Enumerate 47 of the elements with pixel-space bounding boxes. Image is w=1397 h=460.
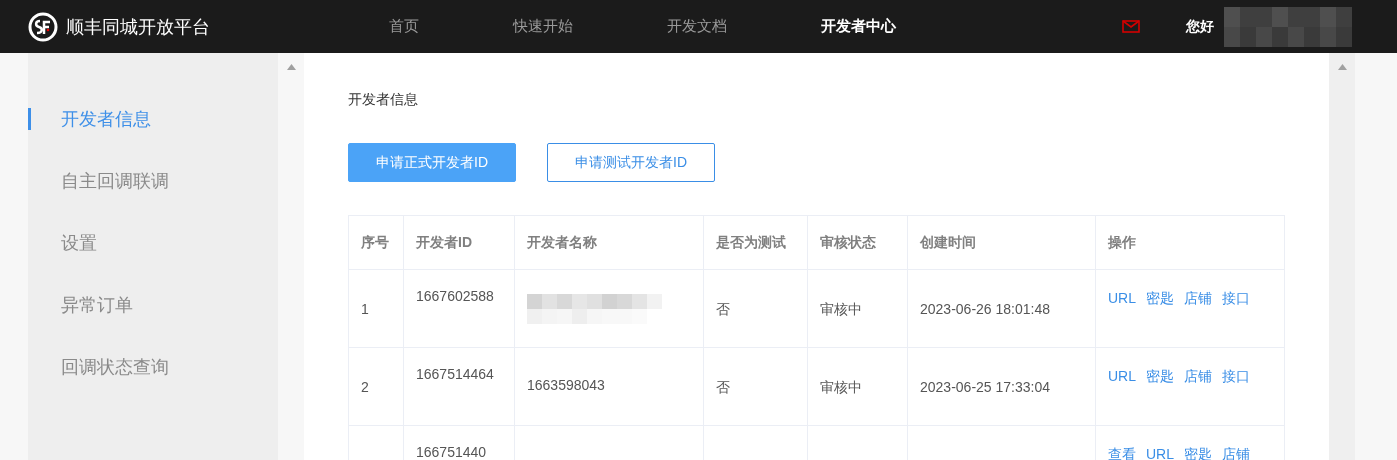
action-link[interactable]: 店铺 [1184, 366, 1212, 387]
action-link[interactable]: 接口 [1222, 366, 1250, 387]
scroll-up-arrow-icon[interactable] [286, 64, 296, 70]
column-header: 审核状态 [808, 216, 908, 269]
table-cell-text: 1663598043 [527, 376, 605, 395]
table-cell-text: 否 [716, 378, 730, 397]
table-cell-text: 166751440 [416, 443, 487, 460]
table-cell-text: 2023-06-25 17:33:04 [920, 378, 1050, 397]
section-title: 开发者信息 [348, 90, 419, 109]
action-link[interactable]: 查看 [1108, 444, 1136, 460]
apply-button[interactable]: 申请测试开发者ID [547, 143, 715, 182]
table-cell-text: 1667602588 [416, 287, 494, 306]
scroll-up-arrow-icon[interactable] [1337, 64, 1347, 70]
logo-icon [28, 11, 58, 42]
action-link[interactable]: URL [1108, 288, 1136, 309]
action-link[interactable]: URL [1108, 366, 1136, 387]
greeting-text: 您好 [1186, 17, 1214, 36]
column-header: 开发者ID [404, 216, 515, 269]
table-cell-text: 审核中 [820, 378, 862, 397]
action-link[interactable]: 店铺 [1222, 444, 1250, 460]
nav-link[interactable]: 首页 [389, 15, 419, 38]
column-header: 创建时间 [908, 216, 1096, 269]
mail-icon[interactable] [1122, 20, 1140, 33]
column-header: 开发者名称 [515, 216, 704, 269]
action-link[interactable]: 接口 [1222, 288, 1250, 309]
sidebar-item[interactable]: 异常订单 [28, 294, 278, 316]
action-link[interactable]: URL [1146, 444, 1174, 460]
column-header: 序号 [349, 216, 404, 269]
action-link[interactable]: 密匙 [1146, 366, 1174, 387]
brand-name: 顺丰同城开放平台 [66, 15, 210, 39]
table-cell-text: 否 [716, 300, 730, 319]
nav-link[interactable]: 快速开始 [513, 15, 573, 38]
table-cell-text: 1667514464 [416, 365, 494, 384]
action-link[interactable]: 店铺 [1184, 288, 1212, 309]
sidebar-item[interactable]: 自主回调联调 [28, 170, 278, 192]
action-link[interactable]: 密匙 [1146, 288, 1174, 309]
table-cell-text: 2 [361, 378, 369, 397]
sidebar-item[interactable]: 设置 [28, 232, 278, 254]
nav-link[interactable]: 开发者中心 [821, 15, 896, 38]
nav-link[interactable]: 开发文档 [667, 15, 727, 38]
table-cell-text: 1 [361, 300, 369, 319]
sidebar-item[interactable]: 回调状态查询 [28, 356, 278, 378]
table-cell-text: 2023-06-26 18:01:48 [920, 300, 1050, 319]
column-header: 操作 [1107, 233, 1137, 252]
column-header: 是否为测试 [704, 216, 808, 269]
table-cell-text: 审核中 [820, 300, 862, 319]
apply-button[interactable]: 申请正式开发者ID [348, 143, 516, 182]
